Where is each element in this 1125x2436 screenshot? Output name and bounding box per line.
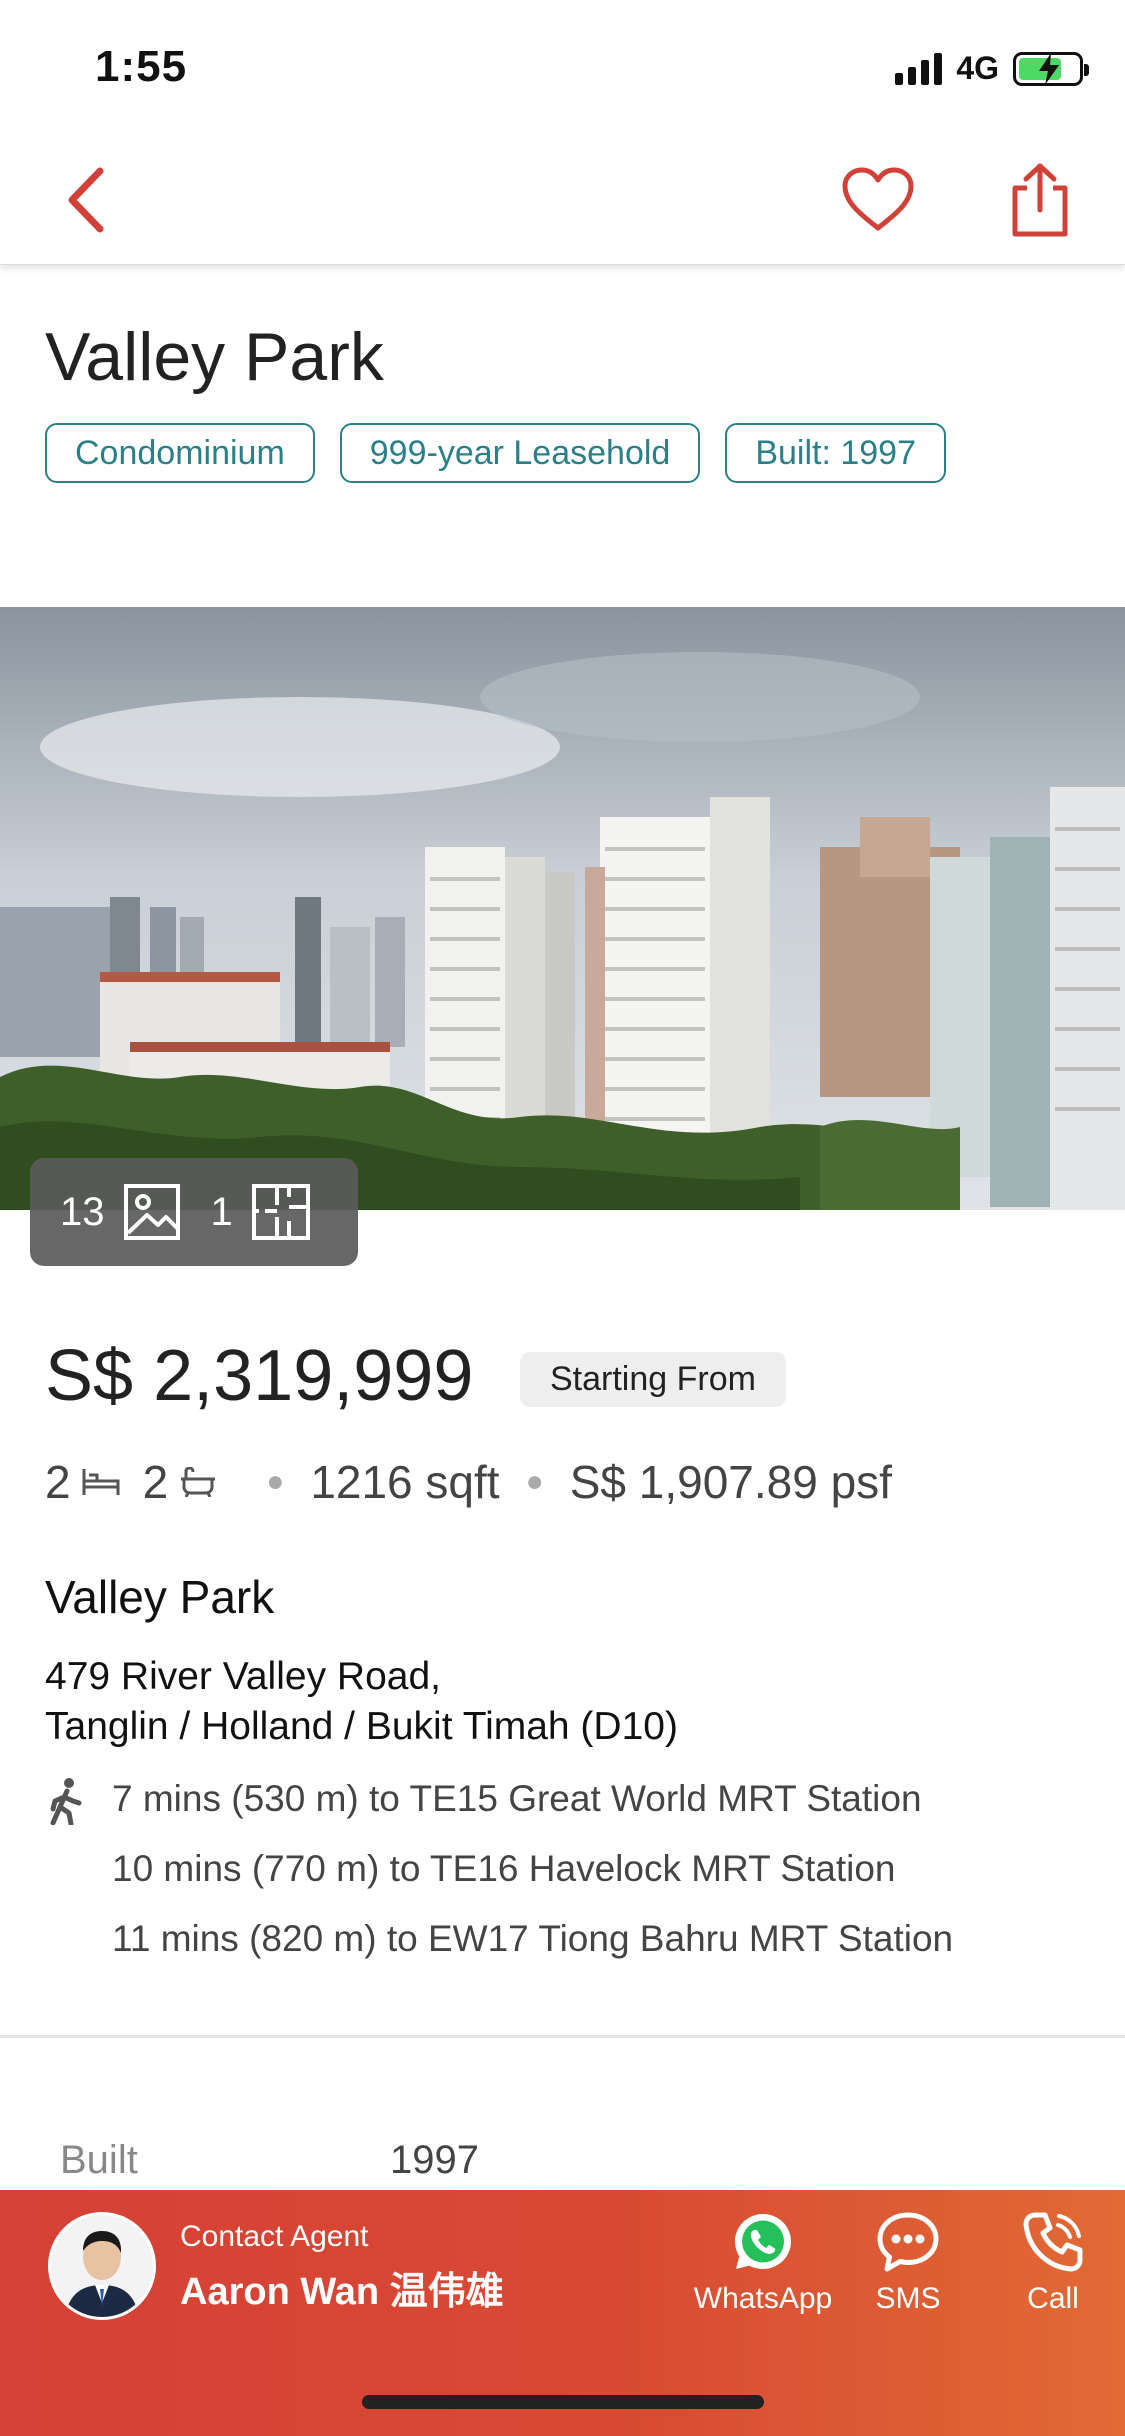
share-button[interactable] [1000,160,1080,240]
tag-tenure: 999-year Leasehold [339,423,701,483]
home-indicator[interactable] [362,2395,764,2409]
agent-avatar[interactable] [48,2212,156,2320]
sms-label: SMS [875,2282,941,2315]
bathroom-count: 2 [142,1456,169,1508]
floor-area: 1216 sqft [310,1456,500,1508]
floorplan-icon [251,1184,310,1240]
photo-count: 13 [60,1189,105,1234]
phone-icon [1023,2212,1083,2272]
share-icon [1012,163,1068,237]
battery-icon [1013,51,1089,86]
sms-icon [877,2212,939,2272]
listing-specs: 2 2 ● 1216 sqft ● S$ 1,907.89 psf [45,1455,892,1509]
mrt-item: 10 mins (770 m) to TE16 Havelock MRT Sta… [112,1848,896,1889]
photo-icon [123,1184,180,1240]
network-label: 4G [956,50,999,86]
address-line-1: 479 River Valley Road, [45,1655,441,1698]
price-per-sqft: S$ 1,907.89 psf [569,1456,892,1508]
signal-icon [895,52,943,85]
walking-icon [50,1778,82,1825]
details-built-value: 1997 [390,2138,479,2182]
bed-icon [81,1467,121,1497]
call-button[interactable]: Call [978,2210,1125,2316]
bath-icon [178,1467,218,1497]
heart-icon [842,167,914,231]
whatsapp-button[interactable]: WhatsApp [688,2210,838,2316]
contact-label: Contact Agent [180,2220,369,2253]
agent-name[interactable]: Aaron Wan 温伟雄 [180,2260,504,2315]
status-bar: 1:55 4G [0,0,1125,135]
listing-title: Valley Park [45,319,384,395]
back-button[interactable] [45,160,125,240]
media-count-badge[interactable]: 13 1 [30,1158,358,1266]
tag-built-year: Built: 1997 [725,423,946,483]
chevron-left-icon [68,167,104,233]
address-line-2: Tanglin / Holland / Bukit Timah (D10) [45,1705,678,1748]
project-name: Valley Park [45,1571,275,1623]
tag-list: Condominium 999-year Leasehold Built: 19… [45,423,946,483]
tag-property-type: Condominium [45,423,315,483]
price-badge: Starting From [520,1352,786,1407]
nav-bar [0,135,1125,265]
call-label: Call [1027,2282,1079,2315]
status-indicators: 4G [895,50,1089,87]
whatsapp-label: WhatsApp [693,2282,833,2315]
listing-price: S$ 2,319,999 [45,1336,474,1416]
favorite-button[interactable] [838,160,918,240]
sms-button[interactable]: SMS [833,2210,983,2316]
listing-photo[interactable] [0,607,1125,1210]
mrt-item: 11 mins (820 m) to EW17 Tiong Bahru MRT … [112,1918,954,1959]
status-time: 1:55 [95,42,188,91]
separator-dot: ● [266,1465,285,1498]
floorplan-count: 1 [210,1189,233,1234]
mrt-item: 7 mins (530 m) to TE15 Great World MRT S… [112,1778,922,1819]
cityscape-image [0,607,1125,1210]
separator-dot: ● [525,1465,544,1498]
details-built-label: Built [60,2138,138,2182]
whatsapp-icon [735,2214,791,2269]
section-divider [0,2035,1125,2038]
bedroom-count: 2 [45,1456,71,1508]
